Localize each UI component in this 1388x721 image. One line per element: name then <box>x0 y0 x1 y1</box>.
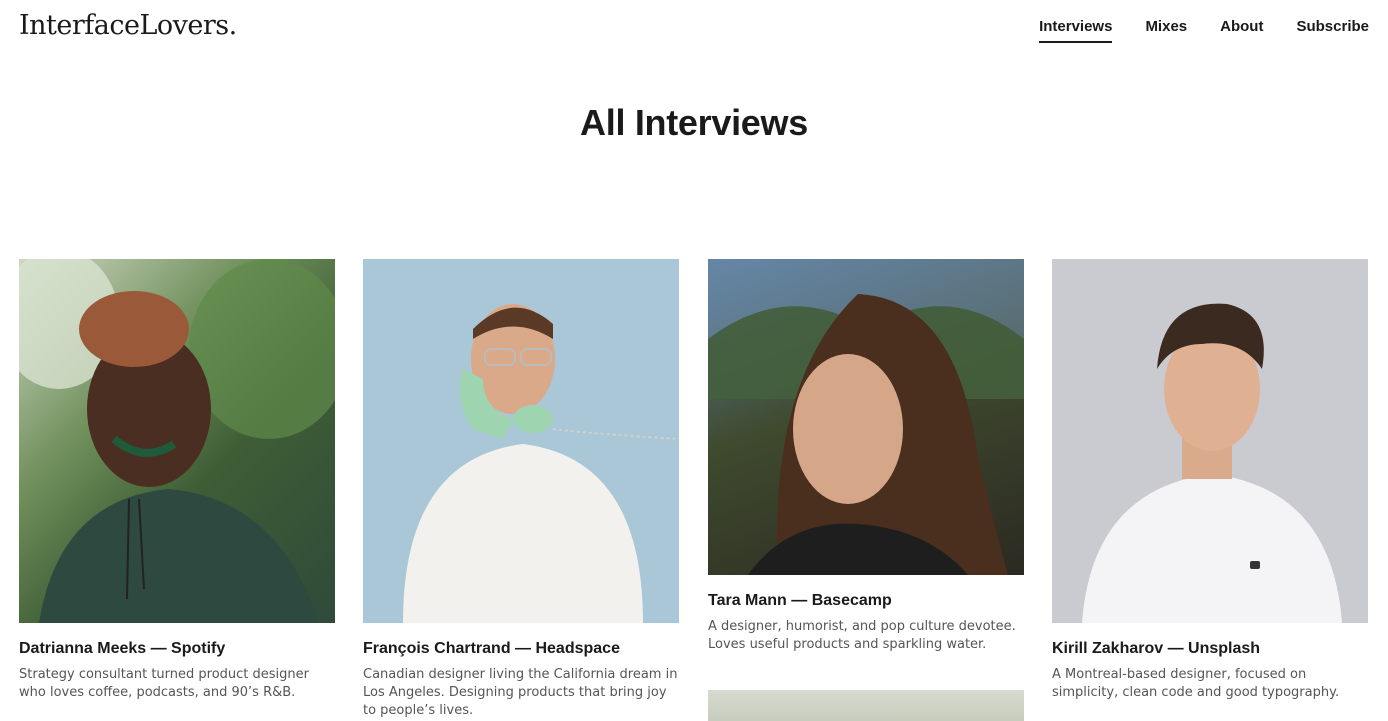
grid-column: Datrianna Meeks — Spotify Strategy consu… <box>19 259 335 702</box>
page-title: All Interviews <box>580 102 808 143</box>
nav-mixes[interactable]: Mixes <box>1145 18 1187 43</box>
interview-description: Canadian designer living the California … <box>363 667 678 718</box>
portrait-illustration <box>403 304 679 623</box>
grid-column: Kirill Zakharov — Unsplash A Montreal-ba… <box>1052 259 1368 702</box>
interview-title[interactable]: Tara Mann — Basecamp <box>708 591 1024 611</box>
portrait-photo[interactable] <box>708 259 1024 575</box>
interview-title[interactable]: Datrianna Meeks — Spotify <box>19 639 335 659</box>
portrait-illustration <box>1082 303 1342 623</box>
interview-card[interactable]: Tara Mann — Basecamp A designer, humoris… <box>708 259 1024 654</box>
site-logo[interactable]: InterfaceLovers. <box>19 10 237 41</box>
interview-card[interactable]: François Chartrand — Headspace Canadian … <box>363 259 679 720</box>
interview-description: A Montreal-based designer, focused on si… <box>1052 667 1340 700</box>
interview-card[interactable]: Kirill Zakharov — Unsplash A Montreal-ba… <box>1052 259 1368 702</box>
nav-interviews[interactable]: Interviews <box>1039 18 1113 43</box>
portrait-photo[interactable] <box>19 259 335 623</box>
interview-description: A designer, humorist, and pop culture de… <box>708 619 1016 652</box>
interview-title[interactable]: François Chartrand — Headspace <box>363 639 679 659</box>
nav-about[interactable]: About <box>1220 18 1263 43</box>
interview-title[interactable]: Kirill Zakharov — Unsplash <box>1052 639 1368 659</box>
portrait-illustration <box>708 259 1024 575</box>
portrait-photo[interactable] <box>363 259 679 623</box>
grid-column: Tara Mann — Basecamp A designer, humoris… <box>708 259 1024 721</box>
site-header: InterfaceLovers. Interviews Mixes About … <box>0 0 1388 60</box>
interview-description: Strategy consultant turned product desig… <box>19 667 310 700</box>
portrait-illustration <box>19 259 335 623</box>
nav-subscribe[interactable]: Subscribe <box>1296 18 1369 43</box>
portrait-photo[interactable] <box>1052 259 1368 623</box>
grid-column: François Chartrand — Headspace Canadian … <box>363 259 679 720</box>
main-nav: Interviews Mixes About Subscribe <box>1039 18 1369 43</box>
interview-card[interactable]: Datrianna Meeks — Spotify Strategy consu… <box>19 259 335 702</box>
next-portrait-photo[interactable] <box>708 690 1024 721</box>
